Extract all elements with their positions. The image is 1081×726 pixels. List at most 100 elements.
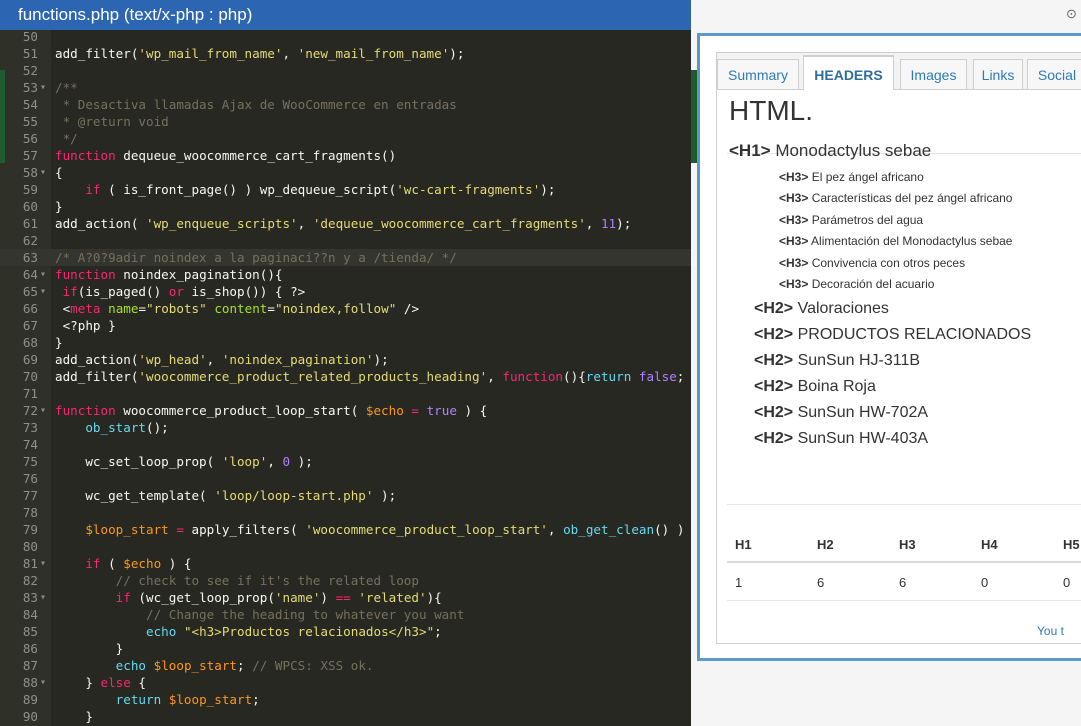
tab-social[interactable]: Social — [1027, 59, 1081, 89]
code-line[interactable]: 57 function dequeue_woocommerce_cart_frag… — [0, 147, 691, 164]
code-line[interactable]: 70 add_filter('woocommerce_product_relate… — [0, 368, 691, 385]
code-line[interactable]: 69 add_action('wp_head', 'noindex_paginat… — [0, 351, 691, 368]
footer-link[interactable]: You t — [1037, 624, 1064, 638]
heading-item-h3: <H3> Características del pez ángel afric… — [779, 191, 1012, 205]
code-line[interactable]: 51 add_filter('wp_mail_from_name', 'new_m… — [0, 45, 691, 62]
code-line[interactable]: 52 — [0, 62, 691, 79]
code-text: add_action('wp_head', 'noindex_paginatio… — [55, 351, 389, 368]
heading-text: El pez ángel africano — [808, 170, 924, 184]
code-token: 0 — [282, 454, 291, 469]
code-line[interactable]: 73 ob_start(); — [0, 419, 691, 436]
fold-arrow-icon[interactable]: ▾ — [40, 674, 46, 691]
table-cell: 1 — [735, 575, 743, 590]
code-line[interactable]: 76 — [0, 470, 691, 487]
code-token: ); — [540, 182, 556, 197]
code-line[interactable]: 63 /* A?0?9adir noindex a la paginaci??n … — [0, 249, 691, 266]
code-text: // check to see if it's the related loop — [55, 572, 419, 589]
code-area[interactable]: 50 51 add_filter('wp_mail_from_name', 'new… — [0, 28, 691, 725]
corner-icon[interactable]: ⊙ — [1066, 6, 1077, 22]
line-number: 65 — [22, 284, 38, 299]
code-token: if — [115, 590, 131, 605]
code-line[interactable]: 79 $loop_start = apply_filters( 'woocomm… — [0, 521, 691, 538]
code-token: 'noindex_pagination' — [221, 352, 374, 367]
code-token: /** — [55, 80, 78, 95]
code-line[interactable]: 68} — [0, 334, 691, 351]
code-line[interactable]: 71 — [0, 385, 691, 402]
code-line[interactable]: 58 ▾ { — [0, 164, 691, 181]
line-number: 81 — [22, 556, 38, 571]
code-token: = — [176, 522, 184, 537]
line-number: 83 — [22, 590, 38, 605]
table-header-cell: H2 — [817, 537, 834, 552]
fold-arrow-icon[interactable]: ▾ — [40, 283, 46, 300]
heading-item-h3: <H3> Convivencia con otros peces — [779, 256, 965, 270]
code-line[interactable]: 87 echo $loop_start; // WPCS: XSS ok. — [0, 657, 691, 674]
code-line[interactable]: 84 // Change the heading to whatever you… — [0, 606, 691, 623]
heading-item-h2: <H2> Boina Roja — [754, 378, 876, 396]
line-number: 57 — [22, 148, 38, 163]
code-line[interactable]: 86 } — [0, 640, 691, 657]
code-line[interactable]: 65 ▾ if(is_paged() or is_shop()) { ?> — [0, 283, 691, 300]
fold-arrow-icon[interactable]: ▾ — [40, 164, 46, 181]
line-number: 85 — [22, 624, 38, 639]
code-line[interactable]: 89 return $loop_start; — [0, 691, 691, 708]
line-number: 77 — [22, 488, 38, 503]
code-line[interactable]: 88 ▾ } else { — [0, 674, 691, 691]
heading-item-h2: <H2> SunSun HW-702A — [754, 404, 928, 422]
code-line[interactable]: 80 — [0, 538, 691, 555]
code-line[interactable]: 81 ▾ if ( $echo ) { — [0, 555, 691, 572]
code-line[interactable]: 54 * Desactiva llamadas Ajax de WooComme… — [0, 96, 691, 113]
code-line[interactable]: 61 add_action( 'wp_enqueue_scripts', 'deq… — [0, 215, 691, 232]
code-token: false — [638, 369, 677, 384]
code-line[interactable]: 78 — [0, 504, 691, 521]
code-line[interactable]: 50 — [0, 28, 691, 45]
heading-text: SunSun HW-403A — [793, 430, 929, 447]
code-line[interactable]: 82 // check to see if it's the related l… — [0, 572, 691, 589]
code-line[interactable]: 90 } — [0, 708, 691, 725]
code-line[interactable]: 72 ▾ function woocommerce_product_loop_sta… — [0, 402, 691, 419]
heading-item-h2: <H2> SunSun HW-403A — [754, 430, 928, 448]
code-line[interactable]: 75 wc_set_loop_prop( 'loop', 0 ); — [0, 453, 691, 470]
code-line[interactable]: 60} — [0, 198, 691, 215]
code-line[interactable]: 59 if ( is_front_page() ) wp_dequeue_scr… — [0, 181, 691, 198]
tab-summary[interactable]: Summary — [717, 59, 799, 89]
code-line[interactable]: 83 ▾ if (wc_get_loop_prop('name') == 'rel… — [0, 589, 691, 606]
code-text: add_action( 'wp_enqueue_scripts', 'deque… — [55, 215, 631, 232]
code-line[interactable]: 53 ▾ /** — [0, 79, 691, 96]
code-editor[interactable]: 50 51 add_filter('wp_mail_from_name', 'new… — [0, 0, 691, 726]
code-token: dequeue_woocommerce_cart_fragments() — [115, 148, 397, 163]
code-line[interactable]: 67 <?php } — [0, 317, 691, 334]
code-token: noindex_pagination(){ — [115, 267, 283, 282]
code-line[interactable]: 66 <meta name="robots" content="noindex,… — [0, 300, 691, 317]
fold-arrow-icon[interactable]: ▾ — [40, 555, 46, 572]
code-token: "<h3>Productos relacionados</h3>" — [183, 624, 435, 639]
background-green-bar-left — [0, 70, 5, 163]
tab-links[interactable]: Links — [973, 59, 1023, 89]
line-number: 53 — [22, 80, 38, 95]
code-line[interactable]: 62 — [0, 232, 691, 249]
code-token: 'loop' — [221, 454, 268, 469]
table-header-cell: H3 — [899, 537, 916, 552]
code-line[interactable]: 85 echo "<h3>Productos relacionados</h3>… — [0, 623, 691, 640]
code-line[interactable]: 77 wc_get_template( 'loop/loop-start.php… — [0, 487, 691, 504]
code-line[interactable]: 64 ▾ function noindex_pagination(){ — [0, 266, 691, 283]
code-token: ; — [237, 658, 253, 673]
fold-arrow-icon[interactable]: ▾ — [40, 266, 46, 283]
code-token: , — [585, 216, 601, 231]
tab-images[interactable]: Images — [900, 59, 967, 89]
code-line[interactable]: 55 * @return void — [0, 113, 691, 130]
code-token: () ) — [654, 522, 685, 537]
code-token: 'woocommerce_product_related_products_he… — [138, 369, 488, 384]
fold-arrow-icon[interactable]: ▾ — [40, 79, 46, 96]
fold-arrow-icon[interactable]: ▾ — [40, 589, 46, 606]
code-token: "noindex,follow" — [274, 301, 397, 316]
code-text: <?php } — [55, 317, 116, 334]
code-line[interactable]: 74 — [0, 436, 691, 453]
tab-headers[interactable]: HEADERS — [803, 55, 894, 90]
code-token: /* A?0?9adir noindex a la paginaci??n y … — [55, 250, 457, 265]
line-number: 69 — [22, 352, 38, 367]
fold-arrow-icon[interactable]: ▾ — [40, 402, 46, 419]
code-line[interactable]: 56 */ — [0, 130, 691, 147]
